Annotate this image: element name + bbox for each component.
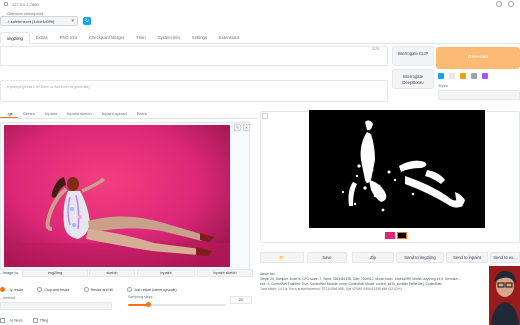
tiling-checkbox[interactable]: Tiling [32,318,48,323]
copy-to-inpaint-button[interactable]: inpaint [137,269,195,277]
lock-icon [4,2,8,6]
open-folder-button[interactable]: 📁 [260,252,304,263]
info-timing: Time taken: 14.11s Torch active/reserved… [260,287,402,291]
restore-options: ...re faces Tiling [0,318,48,323]
resize-option[interactable]: Crop and resize [37,287,70,292]
resize-mode-radios: ...ly resize Crop and resize Resize and … [0,287,177,292]
edit-icon[interactable]: ✎ [234,124,241,131]
checkpoint-value: ...t.safetensors [1dce4d0f9f] [5,19,55,24]
tab-png-info[interactable]: PNG Info [54,32,83,44]
tab-extras[interactable]: Extras [30,32,54,44]
close-icon[interactable]: ✕ [243,124,250,131]
sampling-method-label: ...method [0,296,15,300]
thumbnail-mask[interactable] [397,232,407,239]
prompt-token-counter: 2/75 [372,47,379,51]
trash-icon[interactable] [449,73,455,79]
resize-option[interactable]: Just resize (latent upscale) [126,287,177,292]
zip-button[interactable]: Zip [352,252,394,263]
send-to-img2img-button[interactable]: Send to img2img [396,252,444,263]
sampling-steps-value[interactable]: 20 [230,296,252,304]
save-style-icon[interactable] [482,73,488,79]
styles-label: Styles [438,84,448,88]
interrogate-deepbooru-button[interactable]: Interrogate DeepBooru [392,69,434,89]
input-image [4,125,230,267]
fullscreen-icon[interactable] [262,113,268,119]
sampling-steps-handle[interactable] [145,302,151,307]
save-button[interactable]: Save [307,252,347,263]
copy-to-sketch-button[interactable]: sketch [89,269,135,277]
tab-extensions[interactable]: Extensions [213,32,245,44]
tab-settings[interactable]: Settings [186,32,213,44]
url-text: 127.0.0.1:7860 [12,2,39,7]
checkpoint-select[interactable]: ...t.safetensors [1dce4d0f9f] ▾ [0,16,78,26]
subtab-sketch[interactable]: Sketch [18,109,40,118]
chevron-down-icon: ▾ [71,18,74,24]
generate-button[interactable]: Generate [436,47,520,69]
image-panel-tools: ✎ ✕ [234,124,250,131]
prompt-input[interactable] [0,46,388,66]
webcam-overlay [489,266,520,325]
art-icon[interactable] [460,73,466,79]
generation-info: dance fun Steps: 20, Sampler: Euler a, C… [260,272,495,292]
output-image[interactable] [309,110,485,228]
sampling-steps-label: Sampling steps [128,295,153,299]
subtab-inpaint-sketch[interactable]: Inpaint sketch [62,109,97,118]
thumbnail-photo[interactable] [385,232,395,239]
refresh-checkpoint-button[interactable]: ↻ [83,17,91,25]
arrow-icon[interactable] [438,73,444,79]
subtab-inpaint[interactable]: Inpaint [40,109,62,118]
main-tabs: img2img Extras PNG Info Checkpoint Merge… [0,32,520,44]
restore-faces-checkbox[interactable]: ...re faces [0,318,23,323]
subtab-inpaint-upload[interactable]: Inpaint upload [97,109,132,118]
send-to-extras-button[interactable]: Send to ex... [490,252,520,263]
negative-prompt-input[interactable]: ...e prompt (press Ctrl+Enter or Alt+Ent… [0,80,388,102]
interrogate-clip-button[interactable]: Interrogate CLIP [392,46,434,66]
tab-train[interactable]: Train [130,32,151,44]
sampling-steps-fill [128,304,148,306]
subtab-batch[interactable]: Batch [132,109,152,118]
subtab-img2img[interactable]: ...ge [0,109,18,118]
resize-option[interactable]: Resize and fill [83,287,113,292]
extensions-icon[interactable] [508,1,514,7]
tab-checkpoint-merger[interactable]: Checkpoint Merger [83,32,130,44]
sampling-method-select[interactable] [0,302,112,310]
styles-select[interactable] [438,90,520,100]
output-gallery-tools [262,113,268,119]
resize-option[interactable]: ...ly resize [0,287,23,292]
img2img-subtabs: ...ge Sketch Inpaint Inpaint sketch Inpa… [0,109,258,119]
tab-img2img[interactable]: img2img [0,32,30,44]
send-to-inpaint-button[interactable]: Send to inpaint [446,252,488,263]
copy-to-img2img-button[interactable]: img2img [22,269,88,277]
copy-image-to-label: ...image to: [0,271,19,275]
tab-system-info[interactable]: System Info [152,32,186,44]
generate-tools [438,73,488,79]
copy-to-inpaint-sketch-button[interactable]: inpaint sketch [197,269,253,277]
negative-prompt-placeholder: ...e prompt (press Ctrl+Enter or Alt+Ent… [4,85,90,89]
refresh-icon: ↻ [84,18,90,24]
folder-icon: 📁 [279,255,285,260]
profile-icon[interactable] [496,1,502,7]
browser-toolbar-icons [496,1,514,7]
output-thumbnails [385,232,407,239]
clipboard-icon[interactable] [471,73,477,79]
browser-url-bar[interactable]: 127.0.0.1:7860 [0,0,520,9]
